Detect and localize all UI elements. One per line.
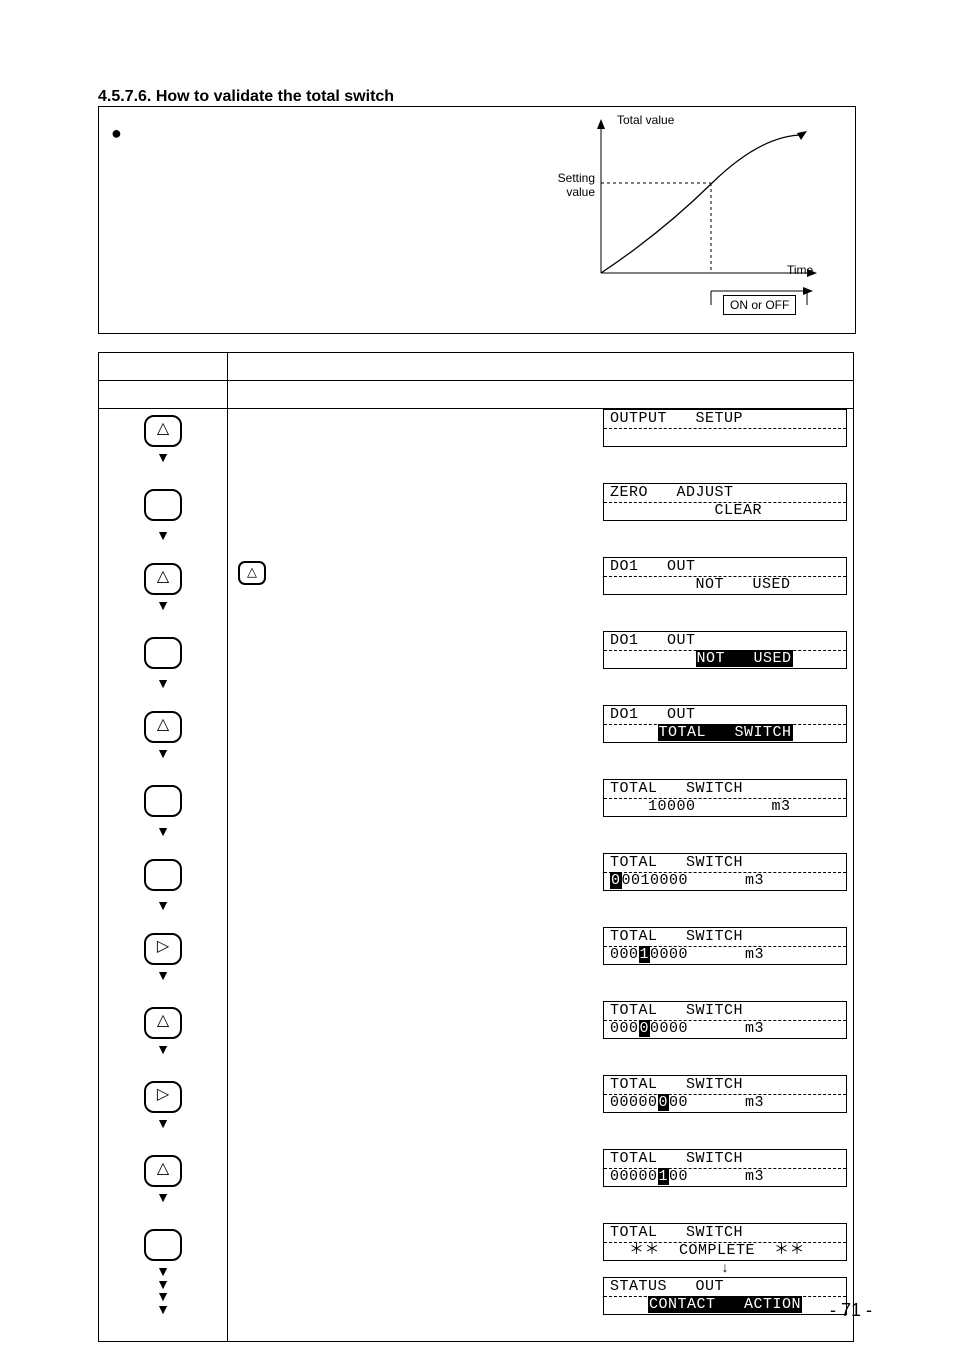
lcd-display: TOTAL SWITCH 10000 m3 [603, 779, 847, 817]
lcd-display: DO1 OUT TOTAL SWITCH [603, 705, 847, 743]
up-key-icon: △ [144, 711, 182, 743]
chart-output-label: ON or OFF [723, 295, 796, 315]
lcd-display: TOTAL SWITCH ＊＊ COMPLETE ＊＊ ↓ STATUS OUT… [603, 1223, 847, 1315]
lcd-display: OUTPUT SETUP [603, 409, 847, 447]
up-key-icon: △ [144, 563, 182, 595]
enter-key-icon [144, 859, 182, 891]
lcd-display: DO1 OUT NOT USED [603, 631, 847, 669]
lcd-display: TOTAL SWITCH00000000 m3 [603, 1075, 847, 1113]
enter-key-icon [144, 785, 182, 817]
lcd-display: TOTAL SWITCH00000000 m3 [603, 1001, 847, 1039]
flow-arrow-down-icon: ▼ [100, 597, 226, 613]
section-heading: 4.5.7.6. How to validate the total switc… [98, 88, 394, 106]
flow-arrow-down-icon: ▼ [100, 1115, 226, 1131]
up-key-icon: △ [144, 1007, 182, 1039]
lcd-display: DO1 OUT NOT USED [603, 557, 847, 595]
flow-arrow-down-icon: ▼ [100, 823, 226, 839]
right-key-icon: ▷ [144, 933, 182, 965]
chart-ylabel: Total value [617, 113, 674, 127]
table-header-desc [228, 353, 854, 381]
up-key-inline-icon: △ [238, 561, 266, 585]
chart-setting-label: Setting value [541, 171, 595, 199]
enter-key-icon [144, 637, 182, 669]
transition-arrow-icon: ↓ [603, 1261, 847, 1277]
enter-key-icon [144, 1229, 182, 1261]
flow-arrow-down-icon: ▼ [100, 675, 226, 691]
up-key-icon: △ [144, 415, 182, 447]
flow-arrow-down-icon: ▼ [100, 1189, 226, 1205]
lcd-display: ZERO ADJUST CLEAR [603, 483, 847, 521]
bullet: ● [111, 123, 122, 144]
operation-table: △ ▼ OUTPUT SETUP ▼ ZERO ADJUST CLEAR [98, 352, 854, 1342]
table-header-key [99, 353, 228, 381]
flow-arrow-down-icon: ▼ [100, 745, 226, 761]
right-key-icon: ▷ [144, 1081, 182, 1113]
flow-arrow-down-icon: ▼ [100, 527, 226, 543]
lcd-display: TOTAL SWITCH00000100 m3 [603, 1149, 847, 1187]
flow-arrow-down-icon: ▼ [100, 1041, 226, 1057]
enter-key-icon [144, 489, 182, 521]
flow-arrow-down-icon: ▼ [100, 897, 226, 913]
chart-xlabel: Time [787, 263, 813, 277]
lcd-display: TOTAL SWITCH00010000 m3 [603, 927, 847, 965]
up-key-icon: △ [144, 1155, 182, 1187]
lcd-display: TOTAL SWITCH00010000 m3 [603, 853, 847, 891]
flow-arrow-down-icon: ▼ [100, 449, 226, 465]
description-box: ● Total value Se [98, 106, 856, 334]
flow-arrow-down-icon: ▼ [100, 967, 226, 983]
flow-arrows-down-icon: ▼▼▼▼ [100, 1265, 226, 1315]
page-number: - 71 - [830, 1300, 872, 1321]
